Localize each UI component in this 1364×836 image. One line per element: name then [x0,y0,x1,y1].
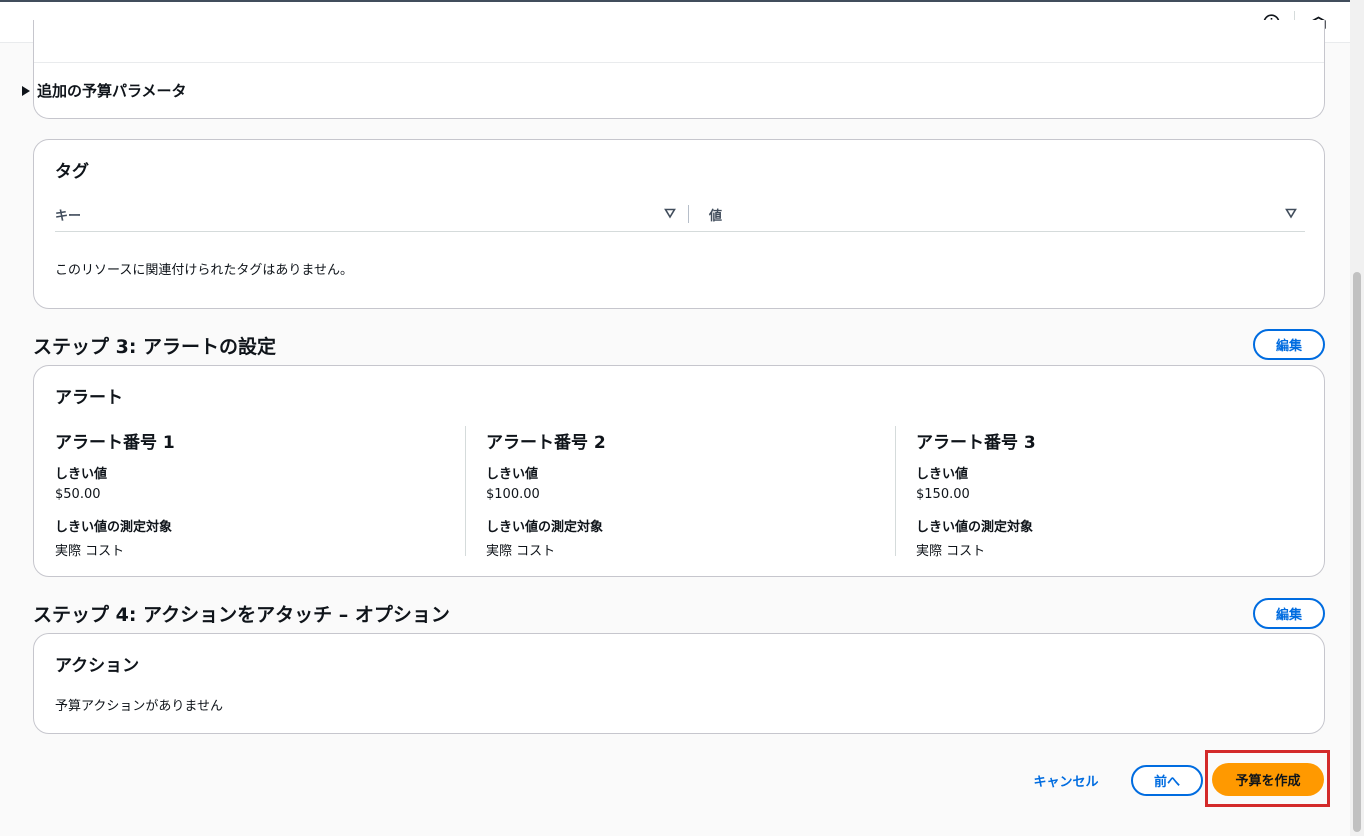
alerts-title: アラート [55,388,123,408]
step4-edit-button[interactable]: 編集 [1253,598,1325,629]
alert-title: アラート番号 3 [916,433,1036,453]
measure-value: 実際 コスト [55,544,125,559]
actions-empty-text: 予算アクションがありません [55,699,223,714]
caret-right-icon [22,85,30,96]
tags-empty-text: このリソースに関連付けられたタグはありません。 [55,263,353,278]
actions-title: アクション [55,656,140,676]
threshold-label: しきい値 [55,467,108,482]
column-divider [688,205,689,223]
tags-table-header: キー 値 [55,203,1305,232]
create-budget-button[interactable]: 予算を作成 [1212,763,1324,796]
measure-label: しきい値の測定対象 [916,520,1034,535]
tags-title: タグ [55,162,89,182]
threshold-value: $150.00 [916,487,970,502]
measure-label: しきい値の測定対象 [55,520,173,535]
sort-down-icon[interactable] [664,207,676,219]
column-divider [895,426,896,556]
tag-key-header[interactable]: キー [55,205,81,224]
alert-1: アラート番号 1 しきい値 $50.00 しきい値の測定対象 実際 コスト [55,428,455,573]
actions-card: アクション 予算アクションがありません [33,633,1325,734]
threshold-value: $50.00 [55,487,101,502]
divider [34,62,1324,63]
step4-heading: ステップ 4: アクションをアタッチ – オプション [33,604,450,626]
threshold-label: しきい値 [916,467,969,482]
alert-title: アラート番号 1 [55,433,175,453]
measure-value: 実際 コスト [916,544,986,559]
alert-3: アラート番号 3 しきい値 $150.00 しきい値の測定対象 実際 コスト [916,428,1316,573]
additional-params-label: 追加の予算パラメータ [37,82,187,100]
alert-title: アラート番号 2 [486,433,606,453]
budget-params-card [33,20,1325,119]
column-divider [465,426,466,556]
alerts-card: アラート アラート番号 1 しきい値 $50.00 しきい値の測定対象 実際 コ… [33,365,1325,577]
measure-label: しきい値の測定対象 [486,520,604,535]
previous-button[interactable]: 前へ [1131,765,1203,796]
cancel-button[interactable]: キャンセル [1024,765,1108,795]
scrollbar[interactable] [1350,0,1364,836]
alert-2: アラート番号 2 しきい値 $100.00 しきい値の測定対象 実際 コスト [486,428,886,573]
additional-params-expander[interactable]: 追加の予算パラメータ [22,80,187,101]
step3-edit-button[interactable]: 編集 [1253,329,1325,360]
tag-value-header[interactable]: 値 [709,205,722,224]
threshold-label: しきい値 [486,467,539,482]
threshold-value: $100.00 [486,487,540,502]
step3-heading: ステップ 3: アラートの設定 [33,336,277,358]
measure-value: 実際 コスト [486,544,556,559]
sort-down-icon[interactable] [1285,207,1297,219]
scrollbar-thumb[interactable] [1353,272,1361,832]
tags-card: タグ キー 値 このリソースに関連付けられたタグはありません。 [33,139,1325,309]
